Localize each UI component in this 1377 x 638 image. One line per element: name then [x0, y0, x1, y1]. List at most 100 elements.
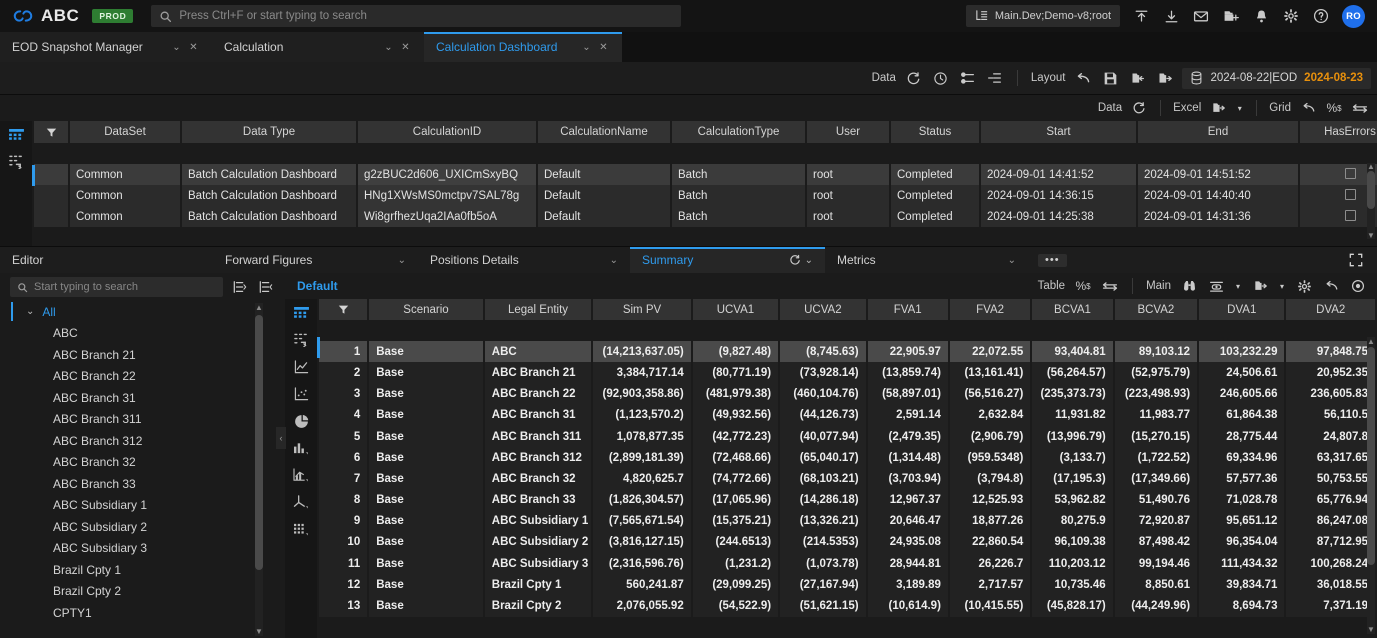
filter-cell[interactable] — [182, 143, 356, 164]
scroll-up-icon[interactable]: ▲ — [1367, 162, 1375, 171]
filter-cell[interactable] — [1286, 320, 1375, 341]
pivot-view-icon[interactable] — [292, 331, 310, 349]
refresh-icon[interactable] — [905, 69, 923, 87]
summary-filter-row[interactable] — [319, 320, 1375, 341]
col-status[interactable]: Status — [891, 121, 979, 143]
context-selector[interactable]: Main.Dev;Demo-v8;root — [965, 5, 1120, 27]
autosize-columns-icon[interactable] — [1101, 277, 1119, 295]
grid-view-icon[interactable] — [292, 304, 310, 322]
collapse-panel-icon[interactable] — [986, 69, 1004, 87]
col-user[interactable]: User — [807, 121, 889, 143]
chevron-down-icon[interactable]: ⌄ — [398, 255, 406, 266]
filter-cell[interactable] — [891, 143, 979, 164]
export-excel-icon[interactable] — [1209, 99, 1227, 117]
filter-cell[interactable] — [1115, 320, 1197, 341]
tree-node-cpty1[interactable]: CPTY1 — [6, 602, 285, 624]
table-row[interactable]: 5 Base ABC Branch 311 1,078,877.35 (42,772.2… — [319, 425, 1375, 448]
business-date-selector[interactable]: 2024-08-22|EOD 2024-08-23 — [1182, 67, 1371, 89]
scroll-down-icon[interactable]: ▼ — [1367, 231, 1375, 240]
table-row[interactable]: Common Batch Calculation Dashboard HNg1X… — [34, 185, 1377, 206]
col-dva1[interactable]: DVA1 — [1199, 299, 1285, 320]
chevron-down-icon[interactable]: ⌄ — [168, 42, 185, 53]
history-icon[interactable] — [932, 69, 950, 87]
filter-cell[interactable] — [672, 143, 805, 164]
tree-node-brazil-cpty-1[interactable]: Brazil Cpty 1 — [6, 559, 285, 581]
scrollbar-thumb[interactable] — [1367, 171, 1375, 209]
filter-cell[interactable] — [1300, 143, 1377, 164]
table-row[interactable]: 4 Base ABC Branch 31 (1,123,570.2) (49,932.5… — [319, 404, 1375, 426]
save-icon[interactable] — [1101, 69, 1119, 87]
chevron-down-icon[interactable]: ▾ — [1234, 277, 1242, 295]
autosize-columns-icon[interactable] — [1351, 99, 1369, 117]
col-dva2[interactable]: DVA2 — [1286, 299, 1375, 320]
binoculars-icon[interactable] — [1180, 277, 1198, 295]
filter-cell[interactable] — [868, 320, 948, 341]
col-dataset[interactable]: DataSet — [70, 121, 180, 143]
calculation-filter-row[interactable] — [34, 143, 1377, 164]
hierarchy-icon[interactable] — [959, 69, 977, 87]
filter-icon[interactable] — [319, 299, 368, 320]
col-ucva1[interactable]: UCVA1 — [692, 299, 779, 320]
download-icon[interactable] — [1162, 7, 1180, 25]
summary-scrollbar[interactable]: ▲ ▼ — [1367, 337, 1375, 634]
tree-node-abc-branch-32[interactable]: ABC Branch 32 — [6, 452, 285, 474]
col-calculation-type[interactable]: CalculationType — [672, 121, 805, 143]
table-row[interactable]: 9 Base ABC Subsidiary 1 (7,565,671.54) (15,3… — [319, 510, 1375, 532]
collapse-panel-handle[interactable]: ‹ — [276, 427, 286, 449]
import-layout-icon[interactable] — [1128, 69, 1146, 87]
combo-chart-icon[interactable] — [292, 466, 310, 484]
filter-cell[interactable] — [485, 320, 592, 341]
scroll-down-icon[interactable]: ▼ — [255, 627, 263, 636]
col-bcva2[interactable]: BCVA2 — [1114, 299, 1198, 320]
filter-cell[interactable] — [950, 320, 1030, 341]
tree-node-abc-branch-31[interactable]: ABC Branch 31 — [6, 387, 285, 409]
chevron-down-icon[interactable]: ▾ — [1278, 277, 1286, 295]
bar-chart-icon[interactable] — [292, 439, 310, 457]
tree-node-abc-branch-22[interactable]: ABC Branch 22 — [6, 366, 285, 388]
chevron-down-icon[interactable]: ⌄ — [380, 42, 397, 53]
filter-cell[interactable] — [593, 320, 690, 341]
chevron-down-icon[interactable]: ⌄ — [26, 306, 34, 317]
col-sim-pv[interactable]: Sim PV — [593, 299, 691, 320]
scrollbar-thumb[interactable] — [1367, 347, 1375, 565]
checkbox[interactable] — [1344, 188, 1356, 200]
undo-icon[interactable] — [1322, 277, 1340, 295]
filter-cell[interactable] — [780, 320, 865, 341]
tree-scrollbar[interactable]: ▲ ▼ — [255, 303, 263, 636]
line-chart-icon[interactable] — [292, 358, 310, 376]
table-row[interactable]: Common Batch Calculation Dashboard Wi8gr… — [34, 206, 1377, 227]
global-search[interactable] — [151, 5, 682, 27]
tree-node-abc-branch-311[interactable]: ABC Branch 311 — [6, 409, 285, 431]
scatter-chart-icon[interactable] — [292, 385, 310, 403]
eye-icon[interactable] — [1349, 277, 1367, 295]
table-row[interactable]: 3 Base ABC Branch 22 (92,903,358.86) (481,97… — [319, 383, 1375, 405]
tree-node-abc-branch-33[interactable]: ABC Branch 33 — [6, 473, 285, 495]
positions-details-selector[interactable]: Positions Details ⌄ — [418, 247, 630, 273]
entity-search-box[interactable] — [10, 277, 223, 297]
chevron-down-icon[interactable]: ⌄ — [805, 255, 813, 266]
new-folder-icon[interactable] — [1222, 7, 1240, 25]
number-format-icon[interactable]: % $ — [1325, 99, 1343, 117]
chevron-down-icon[interactable]: ⌄ — [1008, 255, 1016, 266]
number-format-icon[interactable]: % $ — [1074, 277, 1092, 295]
filter-cell[interactable] — [1032, 320, 1112, 341]
table-row[interactable]: 1 Base ABC (14,213,637.05) (9,827.48) (8,745.… — [319, 341, 1375, 363]
filter-cell[interactable] — [1138, 143, 1298, 164]
chevron-down-icon[interactable]: ⌄ — [578, 42, 595, 53]
metrics-selector[interactable]: Metrics ⌄ — [825, 247, 1028, 273]
filter-cell[interactable] — [981, 143, 1136, 164]
tab-calculation-dashboard[interactable]: Calculation Dashboard ⌄ ✕ — [424, 32, 622, 62]
export-layout-icon[interactable] — [1155, 69, 1173, 87]
tab-eod-snapshot-manager[interactable]: EOD Snapshot Manager ⌄ ✕ — [0, 32, 212, 62]
tab-calculation[interactable]: Calculation ⌄ ✕ — [212, 32, 424, 62]
tree-node-abc-branch-312[interactable]: ABC Branch 312 — [6, 430, 285, 452]
checkbox[interactable] — [1344, 167, 1356, 179]
tree-node-all[interactable]: ⌄ All — [6, 301, 285, 323]
forward-figures-selector[interactable]: Forward Figures ⌄ — [213, 247, 418, 273]
gear-icon[interactable] — [1295, 277, 1313, 295]
scroll-up-icon[interactable]: ▲ — [1367, 337, 1375, 346]
col-ucva2[interactable]: UCVA2 — [780, 299, 866, 320]
filter-cell[interactable] — [369, 320, 483, 341]
table-row[interactable]: 12 Base Brazil Cpty 1 560,241.87 (29,099.25)… — [319, 574, 1375, 596]
col-bcva1[interactable]: BCVA1 — [1032, 299, 1113, 320]
